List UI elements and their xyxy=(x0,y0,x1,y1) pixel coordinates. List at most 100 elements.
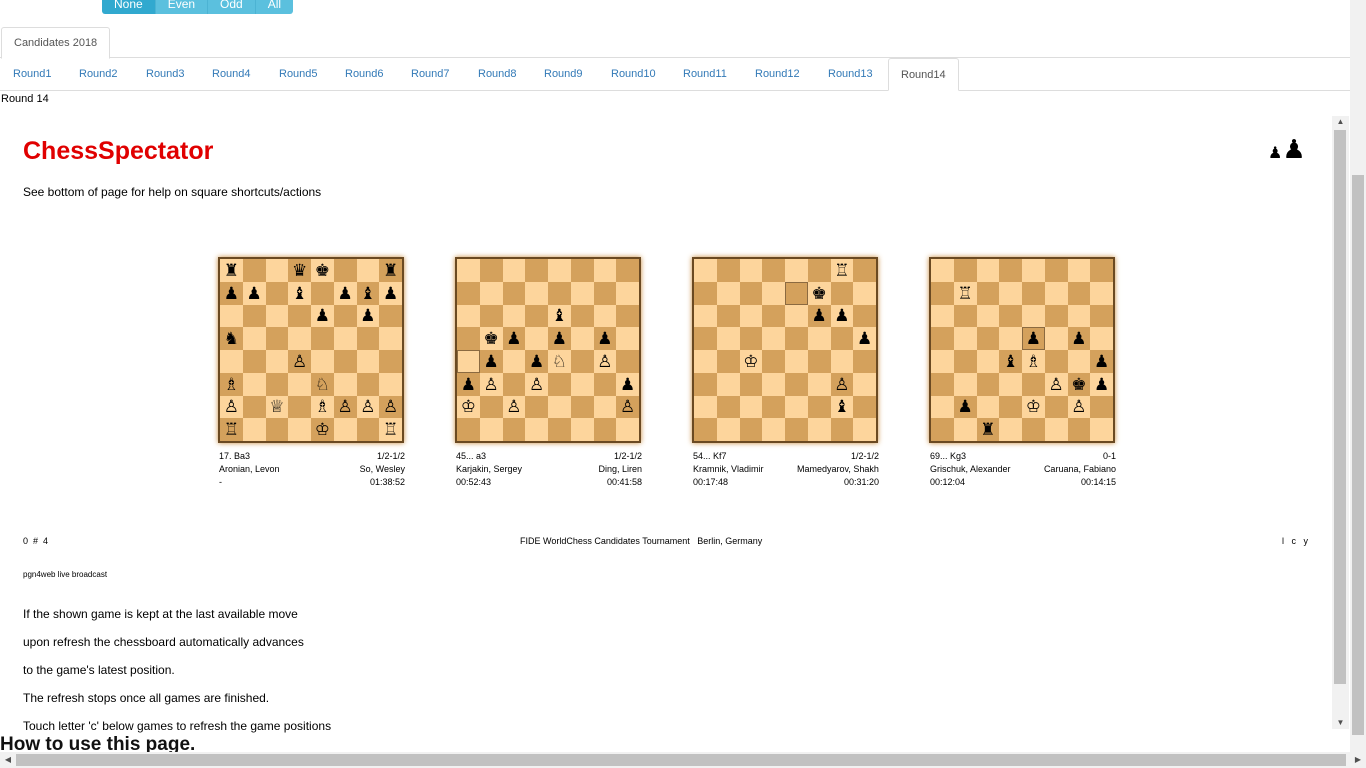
square-g5[interactable]: ♟ xyxy=(1067,327,1091,350)
square-e2[interactable]: ♗ xyxy=(311,395,334,419)
square-g8[interactable] xyxy=(1067,259,1091,282)
square-h6[interactable] xyxy=(853,304,876,328)
square-d3[interactable]: ♙ xyxy=(525,372,548,396)
square-g8[interactable]: ♖ xyxy=(830,259,854,282)
square-h4[interactable] xyxy=(853,350,876,373)
square-e8[interactable] xyxy=(548,259,571,282)
square-f3[interactable] xyxy=(807,372,831,396)
square-f3[interactable]: ♙ xyxy=(1044,372,1068,396)
square-d6[interactable] xyxy=(762,304,785,328)
square-g7[interactable] xyxy=(593,281,617,305)
square-a3[interactable]: ♗ xyxy=(220,372,243,396)
square-b6[interactable] xyxy=(479,304,503,328)
square-c4[interactable]: ♔ xyxy=(739,350,763,373)
square-g8[interactable] xyxy=(356,259,380,282)
tab-round3[interactable]: Round3 xyxy=(146,58,185,91)
tab-round4[interactable]: Round4 xyxy=(212,58,251,91)
square-d7[interactable] xyxy=(762,281,785,305)
square-a8[interactable]: ♜ xyxy=(220,259,243,282)
square-g3[interactable]: ♙ xyxy=(830,372,854,396)
tab-round12[interactable]: Round12 xyxy=(755,58,800,91)
square-h6[interactable] xyxy=(379,304,402,328)
square-c6[interactable] xyxy=(976,304,1000,328)
square-b8[interactable] xyxy=(716,259,740,282)
square-g1[interactable] xyxy=(1067,418,1091,441)
square-b5[interactable] xyxy=(242,327,266,350)
square-f4[interactable] xyxy=(807,350,831,373)
square-a3[interactable] xyxy=(694,372,717,396)
square-a4[interactable] xyxy=(220,350,243,373)
square-e7[interactable] xyxy=(785,281,808,305)
square-c7[interactable] xyxy=(265,281,289,305)
chessboard-game-3[interactable]: ♖ ♚ ♟ ♟ ♟ ♔ ♙ ♝ xyxy=(692,257,878,443)
square-e1[interactable] xyxy=(785,418,808,441)
square-c2[interactable]: ♙ xyxy=(502,395,526,419)
square-d8[interactable] xyxy=(762,259,785,282)
square-g7[interactable] xyxy=(830,281,854,305)
filter-even-button[interactable]: Even xyxy=(155,0,209,14)
square-f7[interactable] xyxy=(1044,281,1068,305)
square-b3[interactable] xyxy=(953,372,977,396)
scrollbar-thumb[interactable] xyxy=(16,754,1346,766)
square-f8[interactable] xyxy=(570,259,594,282)
square-d5[interactable] xyxy=(288,327,311,350)
square-h1[interactable] xyxy=(616,418,639,441)
square-b6[interactable] xyxy=(953,304,977,328)
square-a1[interactable] xyxy=(457,418,480,441)
square-a6[interactable] xyxy=(694,304,717,328)
square-d8[interactable] xyxy=(999,259,1022,282)
square-b1[interactable] xyxy=(953,418,977,441)
square-g5[interactable] xyxy=(356,327,380,350)
square-c7[interactable] xyxy=(739,281,763,305)
square-c1[interactable]: ♜ xyxy=(976,418,1000,441)
square-a3[interactable]: ♟ xyxy=(457,372,480,396)
square-e7[interactable] xyxy=(311,281,334,305)
scroll-down-arrow-icon[interactable]: ▼ xyxy=(1332,717,1349,729)
square-c8[interactable] xyxy=(502,259,526,282)
square-e1[interactable]: ♔ xyxy=(311,418,334,441)
square-h6[interactable] xyxy=(1090,304,1113,328)
square-b8[interactable] xyxy=(479,259,503,282)
square-b5[interactable]: ♚ xyxy=(479,327,503,350)
square-b4[interactable]: ♟ xyxy=(479,350,503,373)
square-c4[interactable] xyxy=(265,350,289,373)
filter-all-button[interactable]: All xyxy=(255,0,294,14)
square-f1[interactable] xyxy=(570,418,594,441)
square-d4[interactable]: ♙ xyxy=(288,350,311,373)
square-g6[interactable] xyxy=(593,304,617,328)
square-c5[interactable]: ♟ xyxy=(502,327,526,350)
frame-vertical-scrollbar[interactable]: ▲ ▼ xyxy=(1332,116,1349,729)
square-a2[interactable]: ♙ xyxy=(220,395,243,419)
refresh-controls[interactable]: l c y xyxy=(1282,536,1308,546)
square-h2[interactable]: ♙ xyxy=(379,395,402,419)
square-e3[interactable] xyxy=(785,372,808,396)
square-b2[interactable] xyxy=(242,395,266,419)
square-f4[interactable] xyxy=(570,350,594,373)
square-d3[interactable] xyxy=(288,372,311,396)
square-a7[interactable]: ♟ xyxy=(220,281,243,305)
square-d4[interactable]: ♝ xyxy=(999,350,1022,373)
square-f8[interactable] xyxy=(1044,259,1068,282)
tab-round11[interactable]: Round11 xyxy=(683,58,727,91)
square-d5[interactable] xyxy=(525,327,548,350)
square-c6[interactable] xyxy=(265,304,289,328)
square-g3[interactable] xyxy=(356,372,380,396)
tab-round7[interactable]: Round7 xyxy=(411,58,450,91)
chessboard-game-2[interactable]: ♝ ♚ ♟ ♟ ♟ ♟ ♟ ♘ ♙ ♟ ♙ ♙ ♟ ♔ ♙ ♙ xyxy=(455,257,641,443)
square-d1[interactable] xyxy=(999,418,1022,441)
square-f8[interactable] xyxy=(333,259,357,282)
square-d7[interactable]: ♝ xyxy=(288,281,311,305)
square-g3[interactable]: ♚ xyxy=(1067,372,1091,396)
square-g4[interactable] xyxy=(830,350,854,373)
square-e5[interactable]: ♟ xyxy=(1022,327,1045,350)
square-a1[interactable] xyxy=(694,418,717,441)
square-e3[interactable]: ♘ xyxy=(311,372,334,396)
filter-none-button[interactable]: None xyxy=(102,0,156,14)
square-h4[interactable] xyxy=(379,350,402,373)
square-h8[interactable]: ♜ xyxy=(379,259,402,282)
square-a5[interactable] xyxy=(931,327,954,350)
square-h5[interactable]: ♟ xyxy=(853,327,876,350)
square-h1[interactable] xyxy=(853,418,876,441)
tab-round9[interactable]: Round9 xyxy=(544,58,583,91)
square-h3[interactable]: ♟ xyxy=(1090,372,1113,396)
